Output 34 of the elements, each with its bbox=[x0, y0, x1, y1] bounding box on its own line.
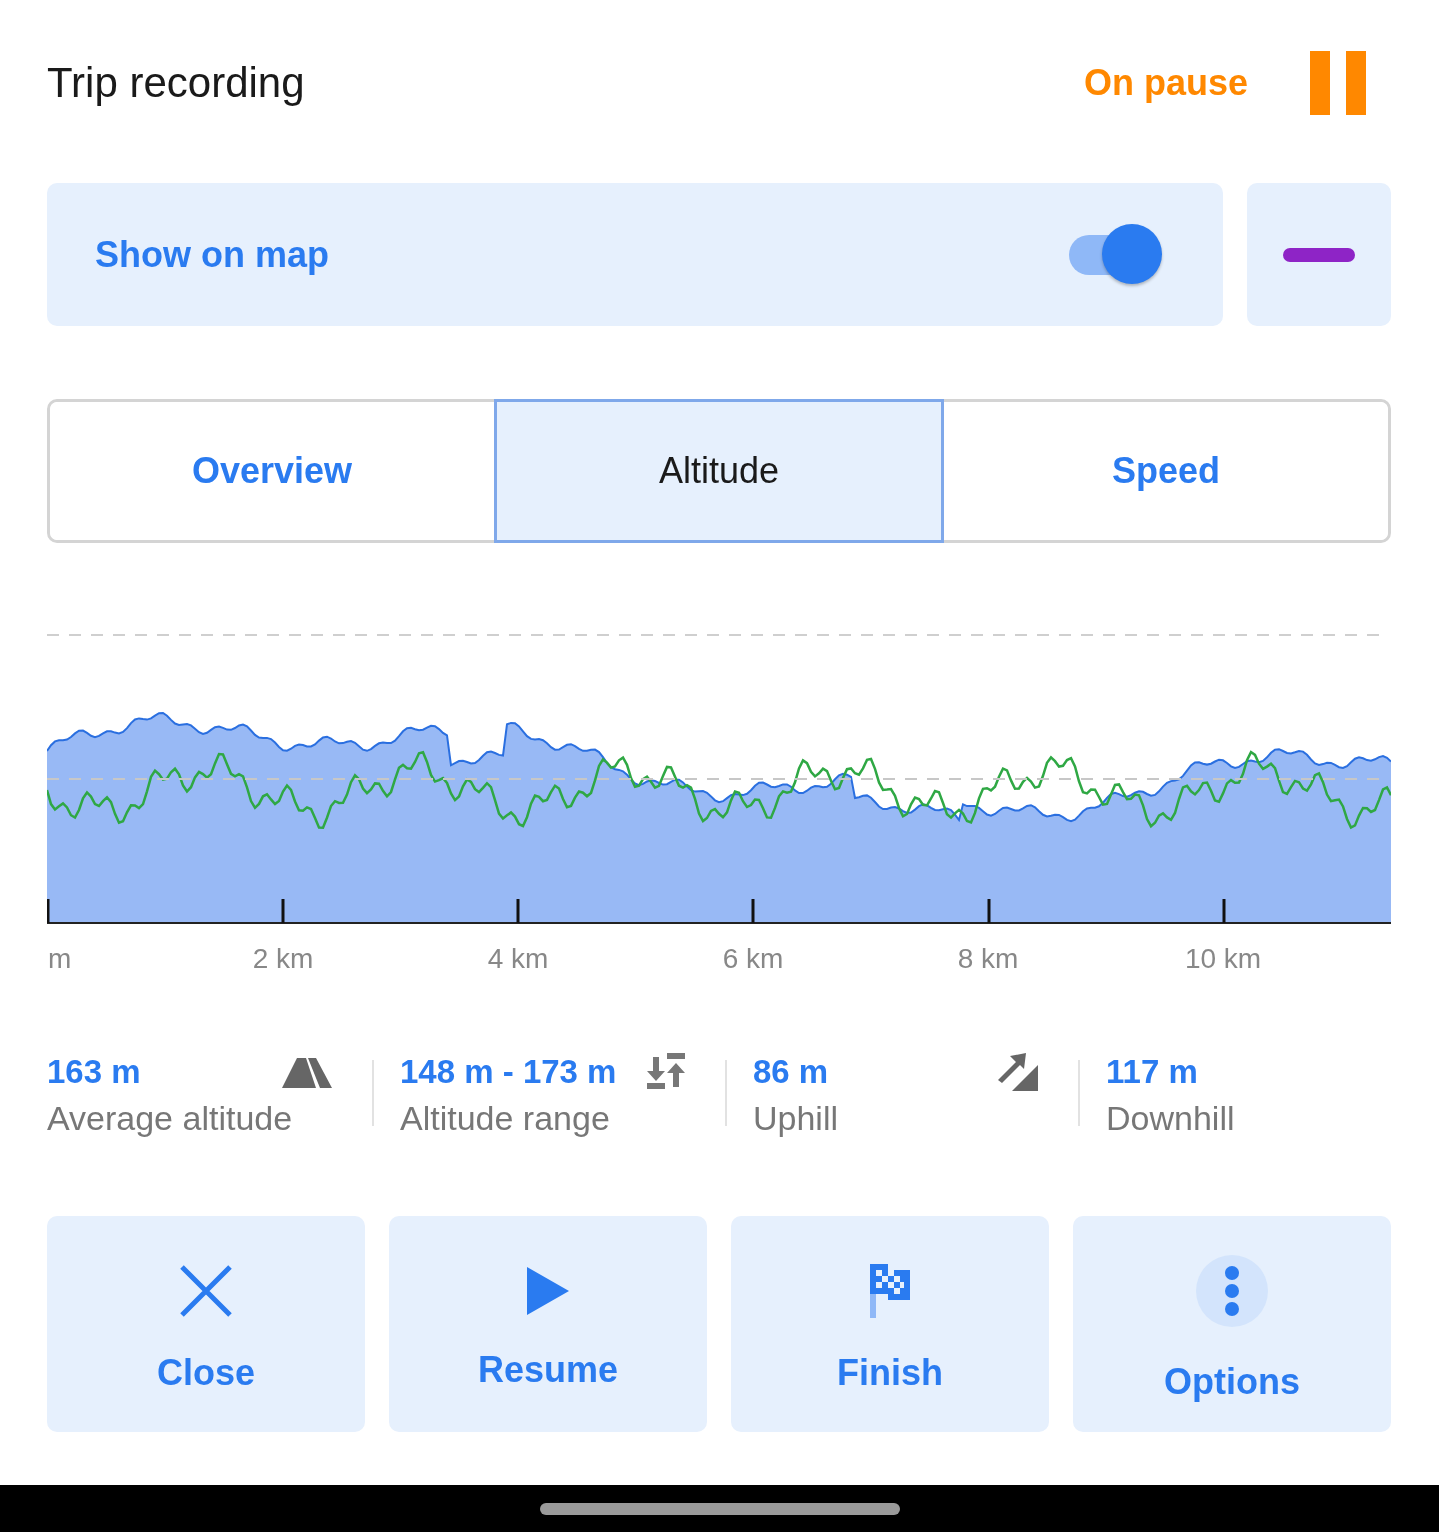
more-icon bbox=[1196, 1254, 1268, 1327]
range-icon bbox=[647, 1053, 685, 1091]
play-icon bbox=[527, 1266, 569, 1315]
mountains-icon bbox=[282, 1056, 332, 1088]
action-button[interactable]: Resume bbox=[389, 1216, 707, 1432]
track-color-swatch bbox=[1283, 247, 1355, 262]
action-button[interactable]: Close bbox=[47, 1216, 365, 1432]
stat-label: Downhill bbox=[1106, 1099, 1236, 1138]
checkered-flag-icon bbox=[870, 1263, 910, 1318]
action-button[interactable]: Options bbox=[1073, 1216, 1391, 1432]
axis-label: 10 km bbox=[1183, 943, 1263, 975]
axis-label: 2 km bbox=[251, 943, 315, 975]
axis-label: m bbox=[48, 943, 73, 975]
stat-value: 163 m bbox=[47, 1053, 141, 1091]
axis-label: 6 km bbox=[721, 943, 785, 975]
tab[interactable]: Altitude bbox=[494, 399, 944, 543]
stat-value: 86 m bbox=[753, 1053, 829, 1091]
show-on-map-label: Show on map bbox=[95, 233, 330, 276]
home-handle[interactable] bbox=[539, 1502, 900, 1515]
close-icon bbox=[179, 1263, 233, 1318]
action-button[interactable]: Finish bbox=[731, 1216, 1049, 1432]
stat-label: Uphill bbox=[753, 1099, 840, 1138]
axis-label: 4 km bbox=[486, 943, 550, 975]
track-color-button[interactable] bbox=[1247, 183, 1391, 326]
show-on-map-card[interactable]: Show on map bbox=[47, 183, 1223, 326]
pause-icon bbox=[1310, 51, 1366, 115]
stat-value: 148 m - 173 m bbox=[400, 1053, 617, 1091]
stat-label: Average altitude bbox=[47, 1099, 294, 1138]
uphill-icon bbox=[998, 1053, 1038, 1091]
stat-value: 117 m bbox=[1106, 1053, 1198, 1091]
axis-label: 8 km bbox=[956, 943, 1020, 975]
screen-title: Trip recording bbox=[47, 59, 306, 107]
stat-label: Altitude range bbox=[400, 1099, 611, 1138]
recording-status: On pause bbox=[1083, 62, 1248, 104]
